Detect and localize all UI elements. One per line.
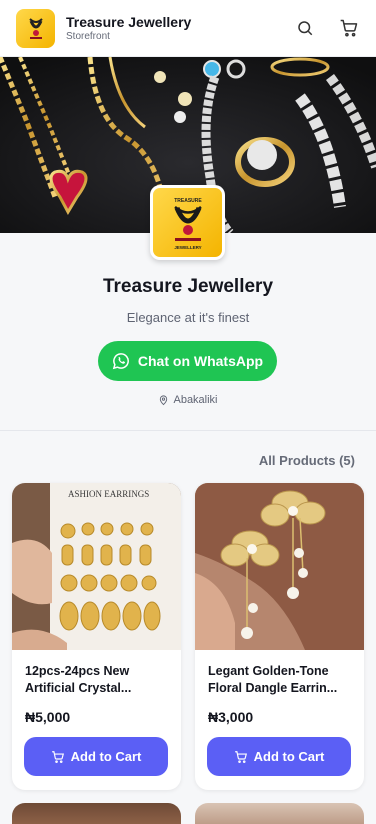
add-to-cart-label: Add to Cart <box>253 749 325 764</box>
cart-icon <box>234 750 247 763</box>
product-card-partial[interactable] <box>195 803 364 824</box>
product-image[interactable]: ASHION EARRINGS <box>12 483 181 650</box>
brand-name: Treasure Jewellery <box>66 14 192 30</box>
logo-text-top: TREASURE <box>174 198 202 204</box>
add-to-cart-button[interactable]: Add to Cart <box>207 737 351 776</box>
location-text: Abakaliki <box>173 394 218 406</box>
cart-icon <box>51 750 64 763</box>
section-divider <box>0 430 376 431</box>
cart-icon[interactable] <box>338 17 360 39</box>
product-card[interactable]: ASHION EARRINGS 12pcs-24pcs New Artifici… <box>12 483 181 790</box>
product-card-partial[interactable] <box>12 803 181 824</box>
store-logo-large: TREASURE JEWELLERY <box>150 185 225 260</box>
product-title[interactable]: 12pcs-24pcs New Artificial Crystal... <box>25 663 170 697</box>
logo-text-bottom: JEWELLERY <box>174 245 201 250</box>
store-location: Abakaliki <box>0 394 376 406</box>
location-pin-icon <box>160 395 168 406</box>
all-products-count[interactable]: All Products (5) <box>259 453 355 468</box>
product-image[interactable] <box>195 483 364 650</box>
store-tagline: Elegance at it's finest <box>126 310 250 325</box>
top-bar: Treasure Jewellery Storefront <box>0 0 376 57</box>
brand-subtitle: Storefront <box>66 31 110 42</box>
necklace-logo-icon: TREASURE JEWELLERY <box>173 198 202 250</box>
store-logo[interactable] <box>16 8 55 48</box>
whatsapp-chat-button[interactable]: Chat on WhatsApp <box>98 341 277 381</box>
product-title[interactable]: Legant Golden-Tone Floral Dangle Earrin.… <box>208 663 353 697</box>
product-card[interactable]: Legant Golden-Tone Floral Dangle Earrin.… <box>195 483 364 790</box>
add-to-cart-button[interactable]: Add to Cart <box>24 737 168 776</box>
whatsapp-button-label: Chat on WhatsApp <box>137 353 264 369</box>
earring-card-caption: ASHION EARRINGS <box>68 489 149 499</box>
add-to-cart-label: Add to Cart <box>70 749 142 764</box>
store-title: Treasure Jewellery <box>102 276 274 297</box>
whatsapp-icon <box>112 353 129 370</box>
necklace-logo-icon <box>28 18 43 39</box>
product-price: ₦5,000 <box>25 709 71 725</box>
product-price: ₦3,000 <box>208 709 254 725</box>
search-icon[interactable] <box>294 17 316 39</box>
